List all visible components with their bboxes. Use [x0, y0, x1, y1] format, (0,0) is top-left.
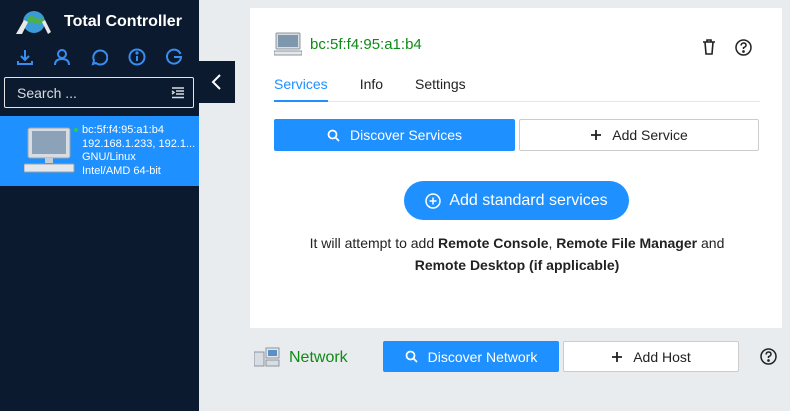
info-icon[interactable]	[126, 46, 148, 68]
trash-icon[interactable]	[700, 38, 718, 56]
discover-network-label: Discover Network	[427, 348, 538, 365]
discover-services-button[interactable]: Discover Services	[274, 119, 515, 151]
tab-settings[interactable]: Settings	[415, 72, 466, 102]
desc-separator: and	[697, 235, 725, 251]
computer-icon	[274, 32, 302, 56]
add-service-label: Add Service	[612, 127, 688, 143]
sidebar-toolbar	[0, 44, 199, 70]
plus-icon	[611, 351, 623, 363]
host-list-item[interactable]: bc:5f:f4:95:a1:b4 192.168.1.233, 192.1..…	[0, 116, 199, 186]
host-mac: bc:5f:f4:95:a1:b4	[82, 124, 164, 136]
discover-network-button[interactable]: Discover Network	[383, 341, 559, 372]
card-header: bc:5f:f4:95:a1:b4	[274, 32, 422, 56]
filter-list-icon[interactable]	[171, 86, 185, 99]
header-actions	[700, 38, 752, 56]
desc-remote-console: Remote Console	[438, 235, 549, 251]
google-icon[interactable]	[163, 46, 185, 68]
search-icon	[405, 350, 418, 363]
desc-remote-desktop: Remote Desktop (if applicable)	[414, 257, 620, 273]
status-indicator	[74, 128, 78, 132]
search-box	[4, 77, 194, 108]
chevron-left-icon	[211, 74, 221, 90]
network-label: Network	[289, 349, 348, 366]
host-info: bc:5f:f4:95:a1:b4 192.168.1.233, 192.1..…	[82, 124, 195, 178]
tab-services[interactable]: Services	[274, 72, 328, 102]
whatsapp-icon[interactable]	[88, 46, 110, 68]
plus-icon	[590, 129, 602, 141]
desc-prefix: It will attempt to add	[309, 235, 439, 251]
host-title: bc:5f:f4:95:a1:b4	[310, 35, 422, 53]
sidebar: Total Controller b	[0, 0, 199, 411]
standard-services-description: It will attempt to add Remote Console, R…	[274, 232, 760, 276]
add-standard-services-button[interactable]: Add standard services	[404, 181, 629, 220]
network-icon	[254, 347, 280, 367]
host-detail-card: bc:5f:f4:95:a1:b4 Services Info Settings…	[250, 8, 782, 328]
plus-circle-icon	[425, 192, 442, 209]
host-os: GNU/Linux	[82, 151, 136, 163]
add-host-label: Add Host	[633, 348, 691, 365]
search-input[interactable]	[17, 84, 171, 101]
host-arch: Intel/AMD 64-bit	[82, 164, 161, 177]
download-icon[interactable]	[14, 46, 36, 68]
add-standard-services-label: Add standard services	[449, 191, 608, 209]
tab-bar: Services Info Settings	[274, 72, 760, 102]
tab-info[interactable]: Info	[360, 72, 383, 102]
computer-icon	[24, 127, 75, 173]
brand: Total Controller	[14, 6, 182, 38]
host-ips: 192.168.1.233, 192.1...	[82, 137, 196, 150]
search-icon	[327, 129, 340, 142]
services-actions: Discover Services Add Service	[274, 119, 760, 151]
logo-icon	[16, 11, 51, 34]
app-title: Total Controller	[64, 13, 182, 30]
discover-services-label: Discover Services	[349, 127, 463, 143]
collapse-sidebar-button[interactable]	[199, 61, 235, 103]
help-icon[interactable]	[734, 38, 752, 56]
user-icon[interactable]	[51, 46, 73, 68]
desc-remote-file-manager: Remote File Manager	[556, 235, 698, 251]
network-help-icon[interactable]	[759, 347, 777, 365]
add-service-button[interactable]: Add Service	[519, 119, 759, 151]
add-host-button[interactable]: Add Host	[563, 341, 739, 372]
